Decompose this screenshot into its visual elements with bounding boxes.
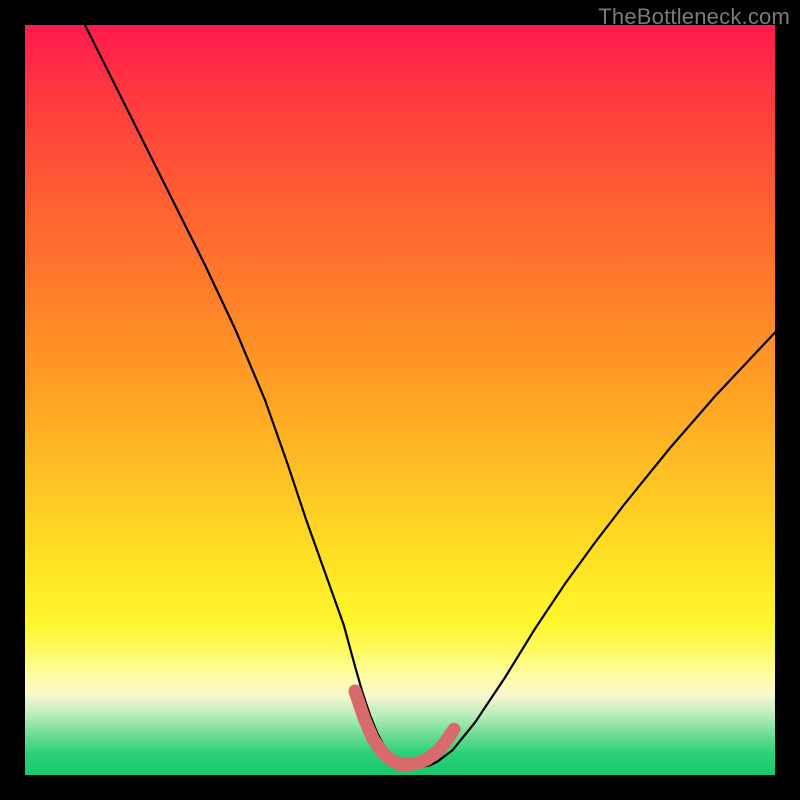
bottleneck-curve bbox=[85, 25, 775, 767]
marker-dot bbox=[358, 712, 370, 724]
marker-dot bbox=[430, 747, 442, 759]
plot-area bbox=[25, 25, 775, 775]
marker-dot bbox=[349, 685, 361, 697]
marker-dot bbox=[367, 733, 379, 745]
marker-dot bbox=[448, 723, 460, 735]
marker-dot bbox=[439, 737, 451, 749]
chart-frame: TheBottleneck.com bbox=[0, 0, 800, 800]
marker-dot bbox=[376, 746, 388, 758]
curve-svg bbox=[25, 25, 775, 775]
